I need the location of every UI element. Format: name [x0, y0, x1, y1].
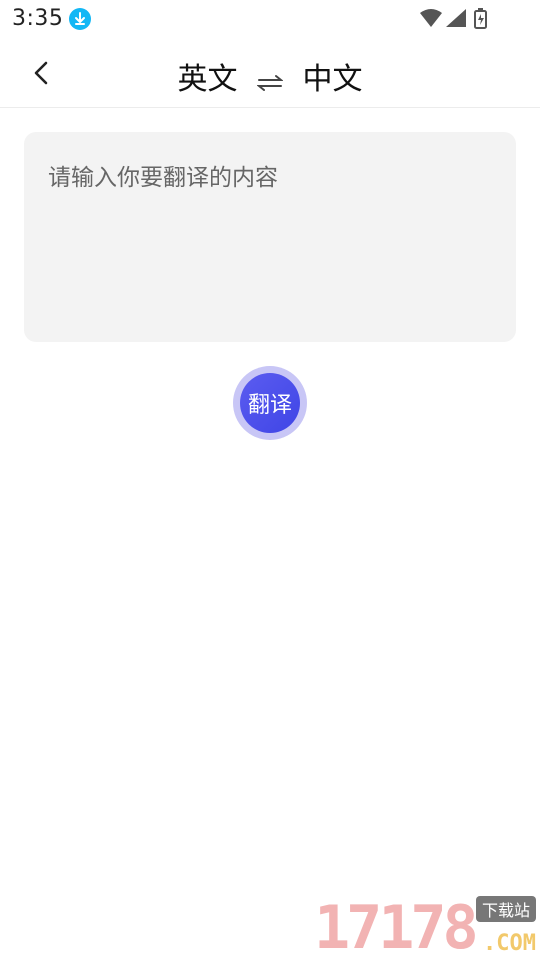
download-icon	[69, 8, 91, 30]
header: 英文 中文	[0, 38, 540, 108]
watermark-suffix: .COM	[483, 931, 536, 956]
wifi-icon	[420, 9, 442, 27]
language-switch: 英文 中文	[0, 54, 540, 98]
watermark-number: 17178	[314, 893, 479, 960]
signal-icon	[446, 9, 466, 27]
status-bar: 3:35	[0, 0, 540, 38]
watermark-logo: 17178 下载站 .COM	[314, 896, 536, 958]
watermark-tag: 下载站	[475, 896, 536, 922]
target-language[interactable]: 中文	[303, 54, 363, 98]
status-icons	[420, 8, 500, 29]
translate-input-container	[24, 132, 516, 342]
battery-icon	[474, 8, 487, 29]
translate-button[interactable]: 翻译	[233, 366, 307, 440]
status-time: 3:35	[12, 6, 64, 31]
source-language[interactable]: 英文	[177, 54, 237, 98]
translate-input[interactable]	[24, 132, 516, 342]
translate-button-inner: 翻译	[240, 373, 300, 433]
swap-arrows-icon	[256, 75, 284, 91]
translate-button-label: 翻译	[247, 393, 292, 418]
swap-languages-button[interactable]	[256, 66, 284, 91]
